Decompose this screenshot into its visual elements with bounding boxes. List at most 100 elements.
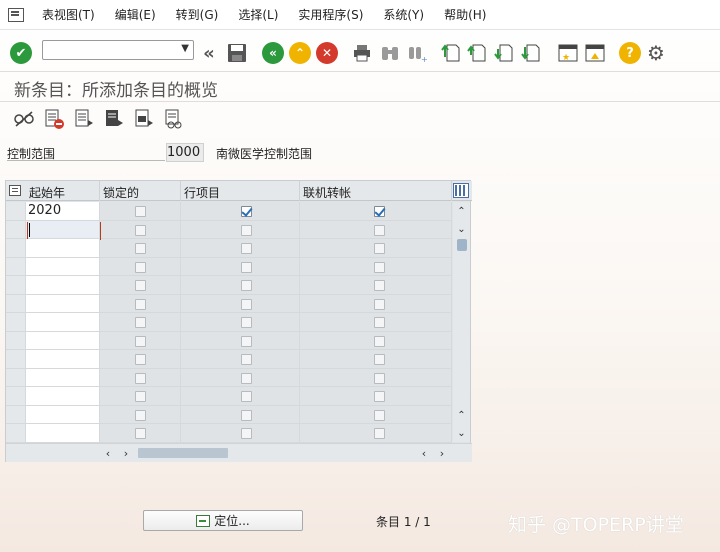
online-post-checkbox[interactable] bbox=[374, 335, 385, 347]
locked-checkbox[interactable] bbox=[135, 409, 146, 421]
line-item-checkbox[interactable] bbox=[241, 206, 252, 217]
locked-checkbox[interactable] bbox=[135, 243, 146, 254]
command-field[interactable]: ▼ bbox=[42, 40, 194, 60]
row-selector[interactable] bbox=[6, 350, 26, 369]
online-post-checkbox[interactable] bbox=[374, 298, 385, 310]
row-selector[interactable] bbox=[6, 368, 26, 387]
line-item-checkbox[interactable] bbox=[241, 391, 252, 402]
scroll-right-icon[interactable]: › bbox=[120, 447, 132, 460]
line-item-checkbox[interactable] bbox=[241, 261, 252, 273]
locked-checkbox[interactable] bbox=[135, 280, 146, 291]
select-all-icon[interactable] bbox=[103, 108, 125, 130]
column-header-start-year[interactable]: 起始年 bbox=[26, 181, 100, 201]
line-item-checkbox[interactable] bbox=[241, 280, 252, 291]
start-year-input[interactable] bbox=[26, 331, 100, 350]
line-item-checkbox[interactable] bbox=[241, 354, 252, 365]
last-page-icon[interactable] bbox=[520, 42, 542, 64]
online-post-checkbox[interactable] bbox=[374, 280, 385, 291]
locked-checkbox[interactable] bbox=[135, 298, 146, 310]
save-icon[interactable] bbox=[226, 42, 248, 64]
cancel-icon[interactable]: ✕ bbox=[316, 42, 338, 64]
line-item-checkbox[interactable] bbox=[241, 372, 252, 384]
locked-checkbox[interactable] bbox=[135, 428, 146, 439]
start-year-input[interactable] bbox=[26, 424, 100, 443]
exit-icon[interactable]: ⌃ bbox=[289, 42, 311, 64]
menu-item-goto[interactable]: 转到(G) bbox=[166, 6, 229, 23]
select-block-icon[interactable] bbox=[133, 108, 155, 130]
online-post-checkbox[interactable] bbox=[374, 409, 385, 421]
start-year-input[interactable] bbox=[26, 368, 100, 387]
scroll-left-icon[interactable]: ‹ bbox=[418, 447, 430, 460]
back-icon[interactable]: « bbox=[262, 42, 284, 64]
start-year-input[interactable] bbox=[26, 276, 100, 295]
delete-entry-icon[interactable] bbox=[43, 108, 65, 130]
column-header-line-item[interactable]: 行项目 bbox=[181, 181, 300, 201]
find-next-icon[interactable]: + bbox=[406, 42, 428, 64]
locked-checkbox[interactable] bbox=[135, 317, 146, 328]
next-page-icon[interactable] bbox=[493, 42, 515, 64]
online-post-checkbox[interactable] bbox=[374, 261, 385, 273]
start-year-input[interactable] bbox=[26, 350, 100, 369]
locked-checkbox[interactable] bbox=[135, 261, 146, 273]
locked-checkbox[interactable] bbox=[135, 206, 146, 217]
position-button[interactable]: 定位... bbox=[143, 510, 303, 531]
online-post-checkbox[interactable] bbox=[374, 372, 385, 384]
row-selector[interactable] bbox=[6, 239, 26, 258]
start-year-input[interactable]: 2020 bbox=[26, 202, 100, 221]
vertical-scrollbar[interactable]: ⌃ ⌄ ⌃ ⌄ bbox=[453, 202, 470, 442]
row-selector[interactable] bbox=[6, 276, 26, 295]
online-post-checkbox[interactable] bbox=[374, 354, 385, 365]
line-item-checkbox[interactable] bbox=[241, 224, 252, 236]
start-year-input[interactable] bbox=[26, 405, 100, 424]
scroll-right-icon[interactable]: › bbox=[436, 447, 448, 460]
enter-icon[interactable]: ✔ bbox=[10, 42, 32, 64]
menu-item-edit[interactable]: 编辑(E) bbox=[105, 6, 166, 23]
start-year-input[interactable] bbox=[26, 387, 100, 406]
row-selector[interactable] bbox=[6, 257, 26, 276]
help-icon[interactable]: ? bbox=[619, 42, 641, 64]
view-details-icon[interactable] bbox=[163, 108, 185, 130]
gear-icon[interactable]: ⚙ bbox=[645, 41, 667, 65]
menu-item-select[interactable]: 选择(L) bbox=[228, 6, 288, 23]
copy-as-icon[interactable] bbox=[73, 108, 95, 130]
online-post-checkbox[interactable] bbox=[374, 391, 385, 402]
online-post-checkbox[interactable] bbox=[374, 206, 385, 217]
menu-item-help[interactable]: 帮助(H) bbox=[434, 6, 496, 23]
locked-checkbox[interactable] bbox=[135, 372, 146, 384]
scroll-up-icon[interactable]: ⌃ bbox=[456, 206, 467, 217]
start-year-input[interactable] bbox=[26, 313, 100, 332]
menu-icon[interactable] bbox=[8, 7, 26, 22]
new-session-icon[interactable]: ★ bbox=[557, 42, 579, 64]
menu-item-system[interactable]: 系统(Y) bbox=[373, 6, 434, 23]
row-selector[interactable] bbox=[6, 387, 26, 406]
line-item-checkbox[interactable] bbox=[241, 317, 252, 328]
column-header-locked[interactable]: 锁定的 bbox=[100, 181, 181, 201]
find-icon[interactable] bbox=[379, 42, 401, 64]
first-page-icon[interactable] bbox=[440, 42, 462, 64]
scroll-left-icon[interactable]: ‹ bbox=[102, 447, 114, 460]
locked-checkbox[interactable] bbox=[135, 224, 146, 236]
select-all-rows-icon[interactable] bbox=[9, 185, 21, 196]
menu-item-utilities[interactable]: 实用程序(S) bbox=[288, 6, 373, 23]
column-header-online-post[interactable]: 联机转帐 bbox=[300, 181, 452, 201]
table-settings-icon[interactable] bbox=[453, 183, 469, 198]
menu-item-table-view[interactable]: 表视图(T) bbox=[32, 6, 105, 23]
chevron-down-icon[interactable]: ▼ bbox=[181, 43, 189, 54]
save-history-icon[interactable]: « bbox=[198, 42, 220, 64]
line-item-checkbox[interactable] bbox=[241, 298, 252, 310]
start-year-input[interactable] bbox=[26, 239, 100, 258]
locked-checkbox[interactable] bbox=[135, 335, 146, 347]
locked-checkbox[interactable] bbox=[135, 354, 146, 365]
online-post-checkbox[interactable] bbox=[374, 224, 385, 236]
row-selector[interactable] bbox=[6, 405, 26, 424]
online-post-checkbox[interactable] bbox=[374, 428, 385, 439]
locked-checkbox[interactable] bbox=[135, 391, 146, 402]
previous-page-icon[interactable] bbox=[466, 42, 488, 64]
line-item-checkbox[interactable] bbox=[241, 428, 252, 439]
display-change-icon[interactable] bbox=[13, 108, 35, 130]
online-post-checkbox[interactable] bbox=[374, 243, 385, 254]
line-item-checkbox[interactable] bbox=[241, 243, 252, 254]
start-year-input[interactable] bbox=[26, 257, 100, 276]
scroll-down-icon[interactable]: ⌄ bbox=[456, 224, 467, 235]
command-input[interactable] bbox=[43, 41, 173, 59]
